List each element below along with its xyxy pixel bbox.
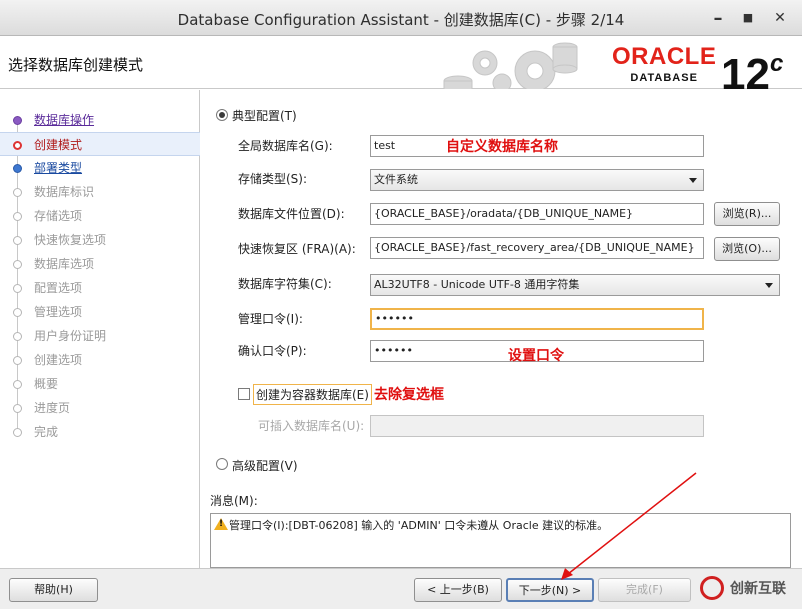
admin-password-label: 管理口令(I): (238, 312, 303, 326)
watermark-circle-icon (700, 576, 724, 600)
next-button[interactable]: 下一步(N) > (506, 578, 594, 602)
typical-config-radio[interactable] (216, 109, 228, 121)
sidebar-step: 数据库标识 (0, 180, 200, 204)
help-button[interactable]: 帮助(H) (9, 578, 98, 602)
gears-decoration-icon (443, 42, 578, 89)
main-panel: 典型配置(T) 全局数据库名(G): test 自定义数据库名称 存储类型(S)… (201, 90, 802, 568)
sidebar-step: 管理选项 (0, 300, 200, 324)
step-status-icon (13, 236, 22, 245)
sidebar-step-label: 管理选项 (34, 305, 83, 319)
step-status-icon (13, 212, 22, 221)
storage-type-select[interactable]: 文件系统 (370, 169, 704, 191)
step-status-icon (13, 116, 22, 125)
pluggable-db-name-input[interactable] (370, 415, 704, 437)
charset-label: 数据库字符集(C): (238, 277, 332, 291)
message-text: 管理口令(I):[DBT-06208] 输入的 'ADMIN' 口令未遵从 Or… (229, 519, 609, 532)
annotation-set-password: 设置口令 (508, 348, 564, 364)
step-status-icon (13, 164, 22, 173)
typical-config-label[interactable]: 典型配置(T) (232, 107, 297, 124)
confirm-password-label: 确认口令(P): (238, 344, 307, 358)
sidebar-step-label: 完成 (34, 425, 59, 439)
step-status-icon (13, 404, 22, 413)
advanced-config-label[interactable]: 高级配置(V) (232, 457, 298, 474)
sidebar-step-label: 用户身份证明 (34, 329, 107, 343)
sidebar-step-label: 创建模式 (34, 138, 83, 152)
fra-label: 快速恢复区 (FRA)(A): (238, 242, 356, 256)
sidebar-step-label: 进度页 (34, 401, 71, 415)
step-status-icon (13, 141, 22, 150)
sidebar-step-label: 数据库标识 (34, 185, 95, 199)
admin-password-input[interactable]: •••••• (370, 308, 704, 330)
pluggable-db-name-label: 可插入数据库名(U): (258, 419, 365, 433)
global-db-name-label: 全局数据库名(G): (238, 139, 333, 153)
step-status-icon (13, 308, 22, 317)
sidebar-step: 快速恢复选项 (0, 228, 200, 252)
steps-list: 数据库操作创建模式部署类型数据库标识存储选项快速恢复选项 数据库选项配置选项管理选… (0, 108, 200, 444)
db-file-location-label: 数据库文件位置(D): (238, 207, 345, 221)
messages-box[interactable]: 管理口令(I):[DBT-06208] 输入的 'ADMIN' 口令未遵从 Or… (210, 513, 791, 568)
sidebar-step: 概要 (0, 372, 200, 396)
charset-select[interactable]: AL32UTF8 - Unicode UTF-8 通用字符集 (370, 274, 780, 296)
sidebar-step: 数据库选项 (0, 252, 200, 276)
browse-fra-button[interactable]: 浏览(O)... (714, 237, 780, 261)
container-db-label[interactable]: 创建为容器数据库(E) (253, 384, 372, 405)
page-title: 选择数据库创建模式 (8, 56, 144, 74)
sidebar-step: 存储选项 (0, 204, 200, 228)
sidebar-step-label: 快速恢复选项 (34, 233, 107, 247)
sidebar-step-label: 部署类型 (34, 161, 83, 175)
sidebar-step[interactable]: 部署类型 (0, 156, 200, 180)
sidebar-step-label: 创建选项 (34, 353, 83, 367)
sidebar-step[interactable]: 创建模式 (0, 132, 200, 156)
db-file-location-input[interactable]: {ORACLE_BASE}/oradata/{DB_UNIQUE_NAME} (370, 203, 704, 225)
messages-label: 消息(M): (210, 494, 258, 508)
fra-input[interactable]: {ORACLE_BASE}/fast_recovery_area/{DB_UNI… (370, 237, 704, 259)
sidebar-step-label: 配置选项 (34, 281, 83, 295)
sidebar-step: 完成 (0, 420, 200, 444)
oracle-logo: ORACLE DATABASE (612, 43, 717, 85)
annotation-remove-checkbox: 去除复选框 (374, 387, 444, 403)
finish-button[interactable]: 完成(F) (598, 578, 691, 602)
sidebar-step: 配置选项 (0, 276, 200, 300)
window-titlebar: Database Configuration Assistant - 创建数据库… (0, 0, 802, 36)
step-status-icon (13, 284, 22, 293)
annotation-custom-db-name: 自定义数据库名称 (446, 139, 558, 155)
storage-type-label: 存储类型(S): (238, 172, 308, 186)
step-status-icon (13, 332, 22, 341)
sidebar-step: 进度页 (0, 396, 200, 420)
step-status-icon (13, 356, 22, 365)
sidebar-step: 创建选项 (0, 348, 200, 372)
container-db-checkbox[interactable] (238, 388, 250, 400)
chevron-down-icon (765, 283, 773, 288)
step-status-icon (13, 188, 22, 197)
back-button[interactable]: < 上一步(B) (414, 578, 502, 602)
maximize-icon[interactable]: ■ (738, 8, 758, 28)
minimize-icon[interactable]: – (708, 8, 728, 29)
warning-icon (214, 518, 228, 530)
step-status-icon (13, 428, 22, 437)
sidebar-step[interactable]: 数据库操作 (0, 108, 200, 132)
sidebar-step: 用户身份证明 (0, 324, 200, 348)
step-header: 选择数据库创建模式 ORACLE DATABASE 12c (0, 37, 802, 99)
sidebar-step-label: 概要 (34, 377, 59, 391)
sidebar-step-label: 数据库选项 (34, 257, 95, 271)
chevron-down-icon (689, 178, 697, 183)
advanced-config-radio[interactable] (216, 458, 228, 470)
window-title: Database Configuration Assistant - 创建数据库… (177, 11, 625, 29)
sidebar-step-label: 数据库操作 (34, 113, 95, 127)
steps-sidebar: 数据库操作创建模式部署类型数据库标识存储选项快速恢复选项 数据库选项配置选项管理选… (0, 90, 200, 568)
step-status-icon (13, 260, 22, 269)
close-icon[interactable]: ✕ (770, 8, 790, 28)
browse-db-location-button[interactable]: 浏览(R)... (714, 202, 780, 226)
footer-bar: 帮助(H) < 上一步(B) 下一步(N) > 完成(F) (0, 568, 802, 609)
sidebar-step-label: 存储选项 (34, 209, 83, 223)
step-status-icon (13, 380, 22, 389)
watermark-logo: 创新互联 (698, 573, 802, 603)
